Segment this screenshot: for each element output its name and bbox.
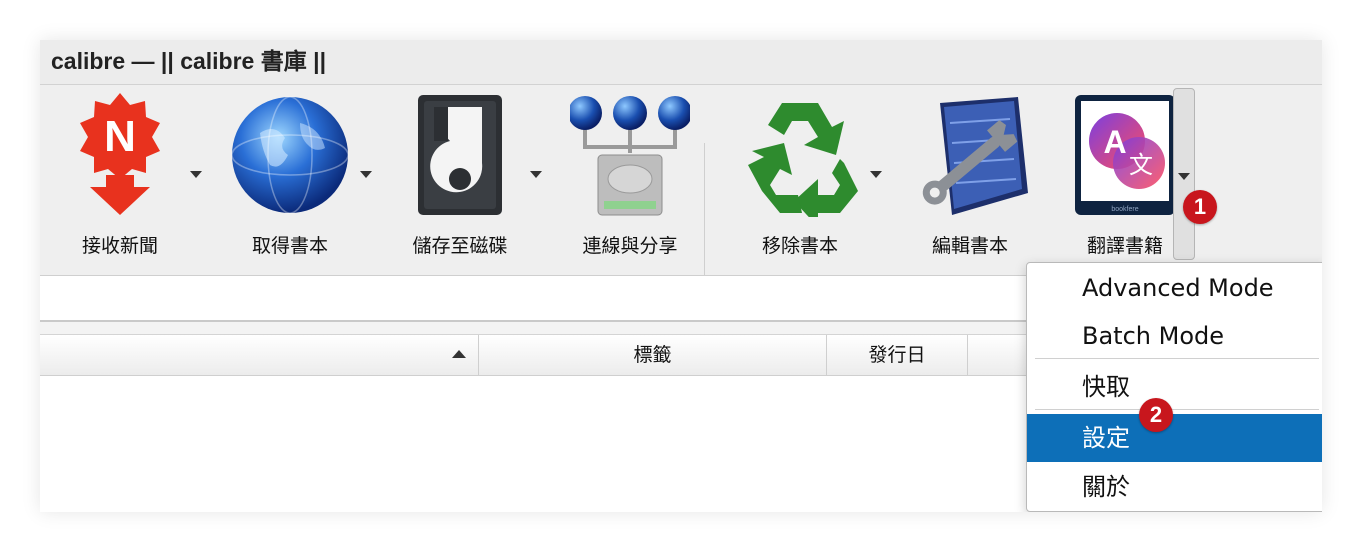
connect-share-label: 連線與分享 bbox=[582, 235, 678, 257]
get-books-button[interactable]: 取得書本 bbox=[210, 85, 372, 265]
column-header-tags[interactable]: 標籤 bbox=[479, 335, 827, 375]
news-download-icon: N bbox=[60, 93, 180, 217]
toolbar-overflow-menu: Advanced Mode Batch Mode 快取 設定 關於 bbox=[1026, 262, 1322, 512]
window-title: calibre — || calibre 書庫 || bbox=[51, 48, 327, 74]
fetch-news-dropdown-arrow[interactable] bbox=[190, 171, 202, 178]
get-books-dropdown-arrow[interactable] bbox=[360, 171, 372, 178]
save-to-disk-button[interactable]: 儲存至磁碟 bbox=[380, 85, 542, 265]
menu-item-settings-label: 設定 bbox=[1082, 424, 1130, 452]
menu-item-cache-label: 快取 bbox=[1082, 373, 1130, 401]
recycle-icon bbox=[740, 93, 860, 227]
translate-book-icon: A 文 bookfere bbox=[1065, 93, 1185, 217]
network-share-icon bbox=[568, 93, 692, 217]
sort-ascending-icon bbox=[452, 350, 466, 358]
edit-book-icon bbox=[910, 93, 1030, 217]
menu-item-about[interactable]: 關於 bbox=[1027, 463, 1322, 511]
menu-separator bbox=[1035, 409, 1319, 410]
title-bar: calibre — || calibre 書庫 || bbox=[40, 40, 1322, 85]
step-badge-1: 1 bbox=[1183, 190, 1217, 224]
svg-text:A: A bbox=[1103, 124, 1126, 160]
save-to-disk-dropdown-arrow[interactable] bbox=[530, 171, 542, 178]
connect-share-button[interactable]: 連線與分享 bbox=[550, 85, 710, 265]
menu-item-batch-mode-label: Batch Mode bbox=[1082, 322, 1225, 350]
menu-item-batch-mode[interactable]: Batch Mode bbox=[1027, 312, 1322, 360]
globe-icon bbox=[230, 93, 350, 217]
edit-book-label: 編輯書本 bbox=[931, 235, 1008, 257]
calibre-window: calibre — || calibre 書庫 || N 接收新聞 取得書本 儲… bbox=[40, 40, 1322, 512]
svg-text:文: 文 bbox=[1129, 151, 1153, 179]
column-header-tags-label: 標籤 bbox=[633, 344, 672, 366]
fetch-news-label: 接收新聞 bbox=[81, 235, 158, 257]
remove-books-dropdown-arrow[interactable] bbox=[870, 171, 882, 178]
toolbar-separator bbox=[704, 143, 705, 293]
remove-books-button[interactable]: 移除書本 bbox=[720, 85, 882, 265]
chevron-down-icon bbox=[1178, 173, 1190, 180]
menu-item-advanced-mode[interactable]: Advanced Mode bbox=[1027, 264, 1322, 312]
main-toolbar: N 接收新聞 取得書本 儲存至磁碟 連線與分享 移除書本 編輯書本 A 文 bo… bbox=[40, 85, 1322, 293]
column-header-pubdate-label: 發行日 bbox=[868, 344, 926, 366]
edit-book-button[interactable]: 編輯書本 bbox=[890, 85, 1050, 265]
save-disk-icon bbox=[400, 93, 520, 217]
column-header-title[interactable] bbox=[40, 335, 479, 375]
menu-item-about-label: 關於 bbox=[1082, 473, 1130, 501]
menu-item-advanced-mode-label: Advanced Mode bbox=[1082, 274, 1274, 302]
svg-text:N: N bbox=[104, 112, 136, 161]
column-header-pubdate[interactable]: 發行日 bbox=[827, 335, 968, 375]
menu-item-settings[interactable]: 設定 bbox=[1027, 414, 1322, 462]
remove-books-label: 移除書本 bbox=[761, 235, 838, 257]
toolbar-more-button[interactable] bbox=[1173, 88, 1195, 260]
save-to-disk-label: 儲存至磁碟 bbox=[412, 235, 508, 257]
menu-separator bbox=[1035, 358, 1319, 359]
get-books-label: 取得書本 bbox=[251, 235, 328, 257]
bookfere-caption: bookfere bbox=[1111, 206, 1138, 213]
menu-item-cache[interactable]: 快取 bbox=[1027, 363, 1322, 411]
step-badge-2: 2 bbox=[1139, 398, 1173, 432]
fetch-news-button[interactable]: N 接收新聞 bbox=[40, 85, 202, 265]
